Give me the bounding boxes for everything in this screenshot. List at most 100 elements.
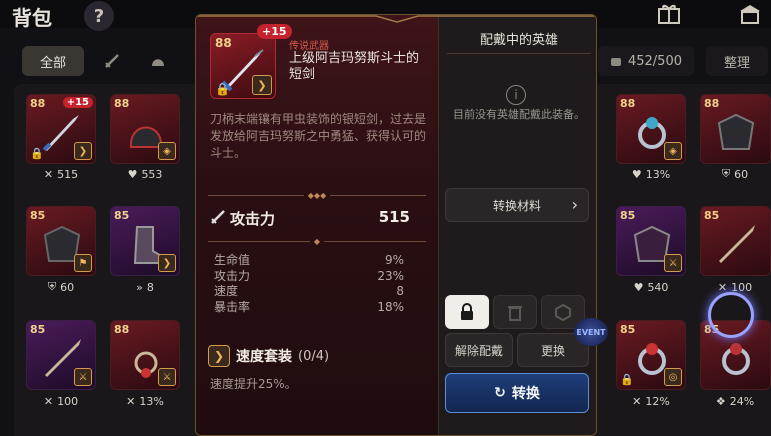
slot-stat: ♥ 13% [631,167,671,181]
slot-stat: ❖ 24% [715,394,755,408]
main-stat-value: 515 [378,208,410,226]
set-count: (0/4) [298,348,330,364]
unequip-button[interactable]: 解除配戴 [445,333,513,367]
capacity-text: 452/500 [627,53,682,69]
sub-stat-row: 暴击率 18% [214,299,404,314]
delete-button[interactable] [493,295,537,329]
ring-icon [722,343,750,375]
main-stat: 攻击力 515 [210,207,410,231]
trash-icon [508,306,522,321]
main-stat-label: 攻击力 [230,210,276,228]
slot-stat: ✕ 515 [43,167,79,181]
divider [447,53,591,54]
category-tabs: 全部 [22,46,176,76]
panel-ornament [196,15,596,23]
inventory-slot[interactable]: 85 🔒 ◎ [616,320,686,390]
attack-set-icon: ⚔ [158,368,176,386]
attack-icon: ✕ [43,394,54,408]
convert-icon: ↻ [494,385,506,401]
button-label: 转换材料 [492,198,541,213]
info-icon: i [506,85,526,105]
armor-icon [717,113,755,150]
chevron-right-icon: › [571,195,578,214]
slot-stat: ✕ 100 [43,394,79,408]
defense-set-icon: ◈ [664,142,682,160]
heart-icon: ♥ [631,167,642,181]
item-detail-panel: 88 🔒 ❯ +15 传说武器 上级阿吉玛努斯斗士的短剑 刀柄末端镶有甲虫装饰的… [195,14,597,436]
empty-message: 目前没有英雄配戴此装备。 [453,108,585,121]
attack-icon: ✕ [43,167,54,181]
equipped-hero-section: 配戴中的英雄 i 目前没有英雄配戴此装备。 转换材料 › 解除配戴 更换 ↻ 转… [438,15,596,435]
gift-icon[interactable] [655,2,683,26]
speed-set-icon: ❯ [208,345,230,367]
sort-button[interactable]: 整理 [706,46,768,76]
help-button[interactable]: ? [84,1,114,31]
item-info-section: 88 🔒 ❯ +15 传说武器 上级阿吉玛努斯斗士的短剑 刀柄末端镶有甲虫装饰的… [196,15,438,435]
lock-button[interactable] [445,295,489,329]
sub-stats: 生命值 9% 攻击力 23% 速度 8 暴击率 18% [214,253,404,315]
tab-all[interactable]: 全部 [22,46,84,76]
bag-icon [610,58,621,66]
sword-item-icon [719,225,755,263]
dice-icon [555,303,571,321]
lock-icon: 🔒 [620,373,634,386]
convert-button[interactable]: ↻ 转换 [445,373,589,413]
speed-icon: » [136,280,143,294]
lock-icon [461,303,473,320]
divider: ◆ [208,236,426,246]
item-description: 刀柄末端镶有甲虫装饰的银短剑，过去是发放给阿吉玛努斯之中勇猛、获得认可的斗士。 [210,112,427,160]
set-effect: 速度提升25%。 [210,377,297,391]
heart-icon: ♥ [127,167,138,181]
shop-icon[interactable] [736,2,764,26]
inventory-slot[interactable]: 88 ⚔ [110,320,180,390]
lock-icon: 🔒 [215,82,230,96]
attack-icon [210,209,226,229]
slot-stat: ⛨ 60 [721,167,749,181]
inventory-slot[interactable]: 88 [700,94,771,164]
hit-set-icon: ◎ [664,368,682,386]
event-button[interactable]: EVENT [574,318,608,346]
page-title: 背包 [12,6,52,30]
inventory-capacity: 452/500 [598,46,694,76]
inventory-slot[interactable]: 88 ◈ [110,94,180,164]
inventory-slot[interactable]: 85 [700,206,771,276]
item-name: 上级阿吉玛努斯斗士的短剑 [289,51,420,82]
defense-set-icon: ◈ [158,142,176,160]
shield-icon: ⛨ [47,280,57,293]
enhance-badge: +15 [257,24,292,39]
sword-icon[interactable] [94,46,130,76]
convert-materials-button[interactable]: 转换材料 › [445,188,589,222]
slot-stat: » 8 [136,280,154,294]
sub-stat-row: 生命值 9% [214,253,404,267]
set-name: 速度套装 [236,349,292,365]
inventory-slot[interactable]: 85 ⚔ [616,206,686,276]
inventory-slot[interactable]: 85 ⚔ [26,320,96,390]
speed-set-icon: ❯ [158,254,176,272]
speed-set-icon: ❯ [74,142,92,160]
shield-icon: ⛨ [721,167,731,180]
sub-stat-row: 速度 8 [214,284,404,298]
item-rarity: 传说武器 [289,41,329,52]
effect-icon: ❖ [715,394,726,408]
speed-set-icon: ❯ [252,75,272,95]
heart-icon: ♥ [633,280,644,294]
set-bonus: ❯ 速度套装 (0/4) [208,343,408,369]
enhance-badge: +15 [62,97,93,108]
health-set-icon: ⚑ [74,254,92,272]
inventory-slot[interactable]: 85 ⚑ [26,206,96,276]
slot-stat: ⛨ 60 [47,280,75,294]
inventory-slot[interactable]: 88 +15 🔒 ❯ [26,94,96,164]
touch-indicator [708,292,754,338]
item-portrait: 88 🔒 ❯ [210,33,276,99]
attack-icon: ✕ [632,394,642,408]
attack-set-icon: ⚔ [74,368,92,386]
sub-stat-row: 攻击力 23% [214,268,404,283]
slot-stat: ✕ 12% [632,394,670,408]
attack-icon: ✕ [126,394,136,408]
equipped-title: 配戴中的英雄 [479,33,558,48]
slot-stat: ♥ 540 [633,280,669,294]
helmet-icon[interactable] [140,46,176,76]
inventory-slot[interactable]: 88 ◈ [616,94,686,164]
inventory-slot[interactable]: 85 ❯ [110,206,180,276]
lock-icon: 🔒 [30,147,44,160]
